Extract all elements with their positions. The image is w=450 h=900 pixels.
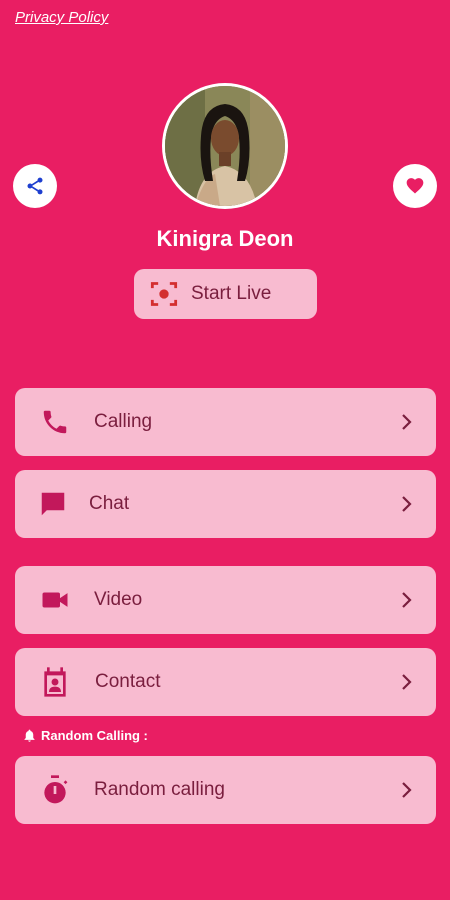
contact-label: Contact <box>95 671 161 692</box>
share-icon <box>27 177 43 195</box>
chevron-right-icon <box>402 414 412 430</box>
start-live-button[interactable]: Start Live <box>134 269 317 319</box>
profile-name: Kinigra Deon <box>156 226 294 251</box>
contact-item[interactable]: Contact <box>15 648 436 716</box>
heart-icon <box>406 178 424 194</box>
random-calling-item[interactable]: Random calling <box>15 756 436 824</box>
chat-label: Chat <box>89 493 130 514</box>
video-label: Video <box>94 589 143 610</box>
avatar-image <box>165 86 285 206</box>
chevron-right-icon <box>402 592 412 608</box>
video-icon <box>39 584 71 616</box>
contact-icon <box>39 666 71 698</box>
chat-icon <box>37 488 69 520</box>
share-button[interactable] <box>13 164 57 208</box>
stopwatch-icon <box>39 774 71 806</box>
random-calling-heading: Random Calling : <box>22 728 148 743</box>
favorite-button[interactable] <box>393 164 437 208</box>
bell-icon <box>24 729 35 742</box>
chat-item[interactable]: Chat <box>15 470 436 538</box>
start-live-label: Start Live <box>191 283 272 304</box>
chevron-right-icon <box>402 496 412 512</box>
phone-icon <box>39 406 71 438</box>
video-item[interactable]: Video <box>15 566 436 634</box>
chevron-right-icon <box>402 674 412 690</box>
random-calling-heading-label: Random Calling : <box>41 728 148 743</box>
random-calling-label: Random calling <box>94 779 225 800</box>
privacy-policy-link[interactable]: Privacy Policy <box>15 9 108 26</box>
calling-item[interactable]: Calling <box>15 388 436 456</box>
calling-label: Calling <box>94 411 153 432</box>
profile-avatar <box>162 83 288 209</box>
live-camera-icon <box>150 282 178 306</box>
chevron-right-icon <box>402 782 412 798</box>
